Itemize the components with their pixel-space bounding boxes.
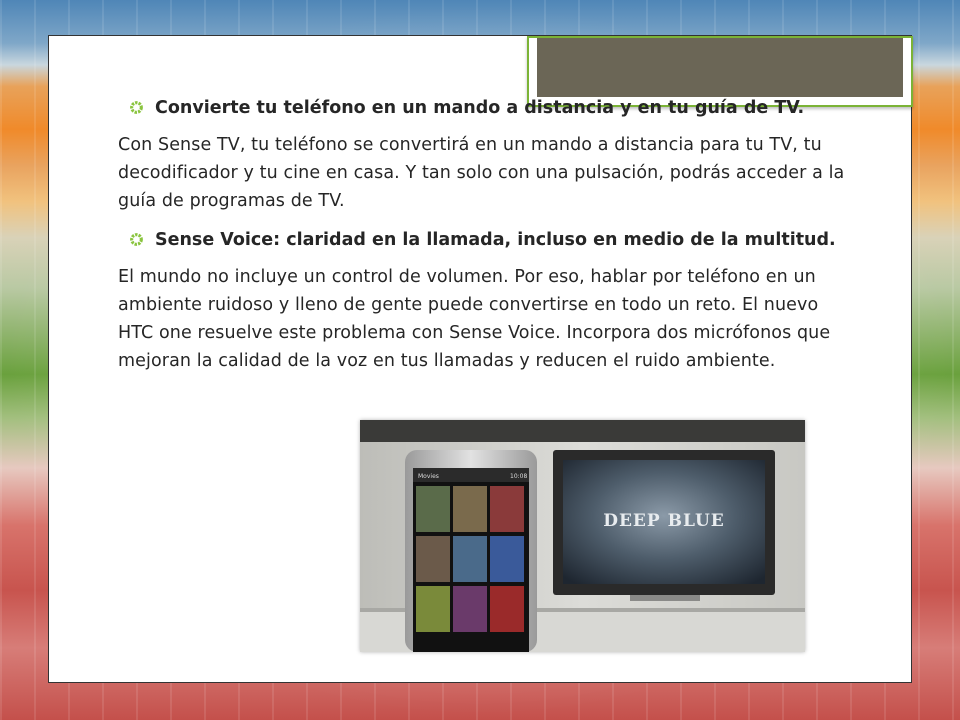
bullet-body-1: Con Sense TV, tu teléfono se convertirá … xyxy=(118,135,845,211)
product-photo: DEEP BLUE Movies 10:08 xyxy=(360,420,805,652)
title-tab-fill xyxy=(537,38,903,97)
gear-bullet-icon xyxy=(130,233,143,246)
phone-header: Movies xyxy=(418,473,439,480)
bullet-body-2: El mundo no incluye un control de volume… xyxy=(118,267,831,371)
slide-content: Convierte tu teléfono en un mando a dist… xyxy=(118,95,858,387)
bullet-heading-text: Sense Voice: claridad en la llamada, inc… xyxy=(155,230,836,250)
gear-bullet-icon xyxy=(130,101,143,114)
bullet-heading-1: Convierte tu teléfono en un mando a dist… xyxy=(130,95,858,121)
bullet-heading-2: Sense Voice: claridad en la llamada, inc… xyxy=(130,227,858,253)
tv-title: DEEP BLUE xyxy=(603,511,725,531)
phone-time: 10:08 xyxy=(510,473,527,480)
bullet-heading-text: Convierte tu teléfono en un mando a dist… xyxy=(155,98,805,118)
